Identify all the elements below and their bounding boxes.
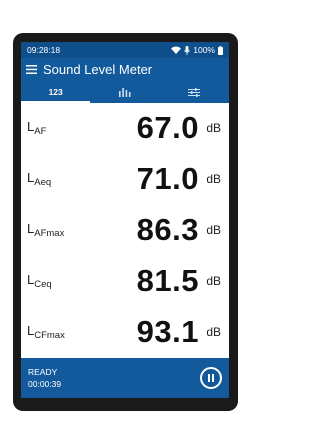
reading-value: 71.0 <box>136 161 199 197</box>
pause-button[interactable] <box>200 367 222 389</box>
measurement-status: READY 00:00:39 <box>28 366 61 390</box>
elapsed-time: 00:00:39 <box>28 379 62 389</box>
reading-value: 81.5 <box>136 262 199 298</box>
bottom-bar: READY 00:00:39 <box>21 358 229 398</box>
menu-icon[interactable] <box>26 65 37 74</box>
wifi-icon <box>171 46 182 54</box>
reading-label: LAF <box>27 119 47 138</box>
reading-value: 67.0 <box>136 110 199 146</box>
reading-unit: dB <box>206 172 221 187</box>
app-title: Sound Level Meter <box>43 62 153 77</box>
reading-label: LCFmax <box>27 322 65 341</box>
clock: 09:28:18 <box>27 45 61 55</box>
tab-settings[interactable] <box>160 81 229 103</box>
tab-numeric[interactable]: 123 <box>21 81 91 103</box>
reading-label: LAeq <box>27 170 52 189</box>
reading-unit: dB <box>206 273 221 288</box>
reading-label: LAFmax <box>27 220 65 239</box>
reading-row-laeq: LAeq 71.0 dB <box>21 154 229 205</box>
reading-value: 86.3 <box>136 211 199 247</box>
reading-value: 93.1 <box>136 313 199 349</box>
reading-row-lafmax: LAFmax 86.3 dB <box>21 205 229 256</box>
readings-list: LAF 67.0 dB LAeq 71.0 dB LAFmax 86.3 dB … <box>21 103 229 357</box>
app-bar: Sound Level Meter <box>21 58 229 81</box>
sliders-icon <box>188 87 201 97</box>
reading-unit: dB <box>206 324 221 339</box>
reading-row-lcfmax: LCFmax 93.1 dB <box>21 306 229 357</box>
pause-icon <box>208 374 210 382</box>
reading-row-lceq: LCeq 81.5 dB <box>21 255 229 306</box>
tab-spectrum[interactable] <box>90 81 159 103</box>
status-icons: 100% <box>171 45 223 55</box>
battery-icon <box>218 45 223 55</box>
reading-unit: dB <box>206 222 221 237</box>
reading-row-laf: LAF 67.0 dB <box>21 103 229 154</box>
reading-label: LCeq <box>27 271 52 290</box>
status-bar: 09:28:18 100% <box>21 42 229 58</box>
mic-icon <box>184 45 191 55</box>
app-screen: 09:28:18 100% Sound Level Meter 123 LAF … <box>21 42 229 398</box>
battery-percentage: 100% <box>193 45 215 55</box>
reading-unit: dB <box>206 121 221 136</box>
status-text: READY <box>28 367 58 377</box>
tab-bar: 123 <box>21 81 229 103</box>
tab-numeric-label: 123 <box>48 87 63 97</box>
bars-icon <box>118 87 131 97</box>
